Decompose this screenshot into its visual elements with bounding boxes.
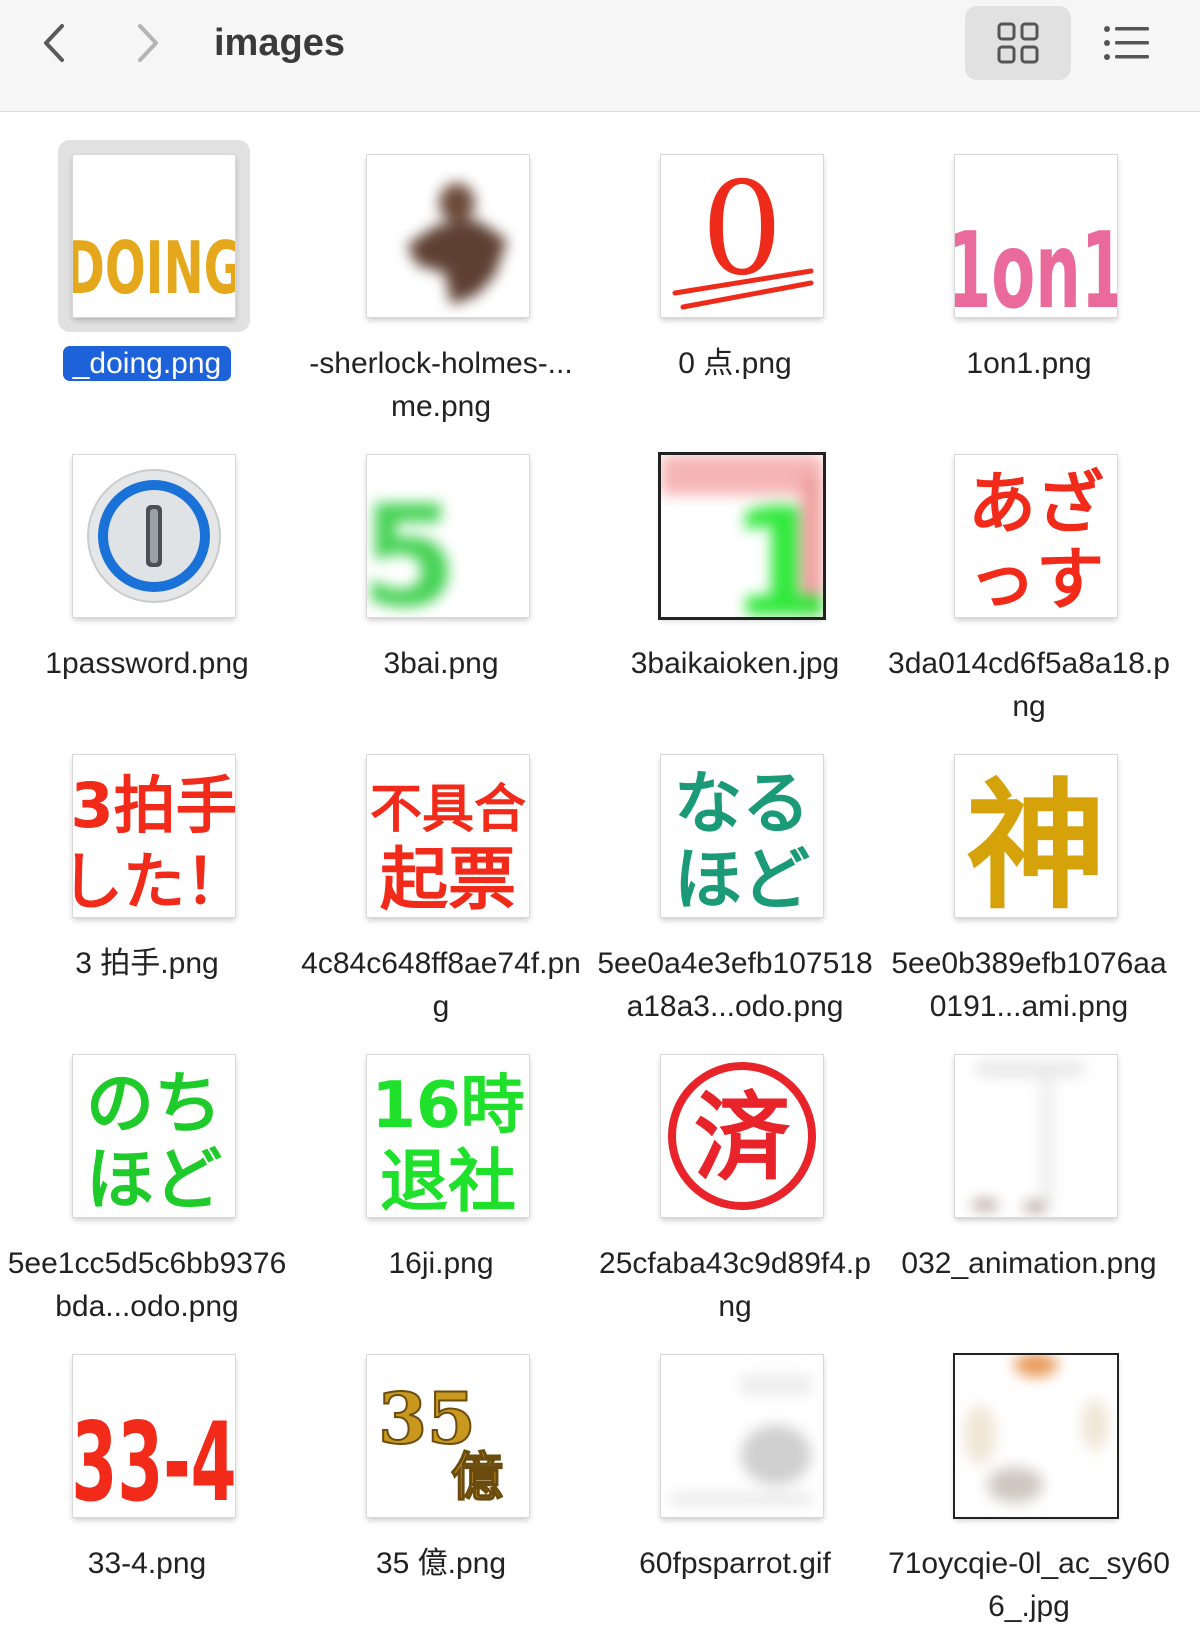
svg-text:3拍手: 3拍手: [73, 769, 235, 842]
chevron-right-icon: [138, 24, 158, 62]
svg-text:億: 億: [451, 1447, 503, 1508]
file-name: 60fpsparrot.gif: [639, 1547, 831, 1580]
file-name: 1password.png: [45, 647, 249, 680]
svg-text:不具合: 不具合: [370, 780, 526, 840]
file-thumbnail: 3拍手 した！: [73, 755, 235, 917]
file-item[interactable]: 71oycqie-0l_ac_sy606_.jpg: [882, 1312, 1176, 1623]
file-thumbnail: 33-4: [73, 1355, 235, 1517]
selection-highlight: DOING: [58, 140, 250, 332]
file-thumbnail: [73, 455, 235, 617]
file-thumbnail: 1on1: [955, 155, 1117, 317]
file-item[interactable]: DOING _doing.png: [0, 112, 294, 412]
list-view-button[interactable]: [1074, 6, 1180, 80]
folder-title: images: [214, 22, 345, 64]
svg-text:DOING: DOING: [73, 227, 235, 311]
svg-text:なる: なる: [674, 765, 810, 844]
file-thumbnail: 1: [661, 455, 823, 617]
svg-text:神: 神: [966, 766, 1106, 917]
svg-text:16時: 16時: [371, 1069, 524, 1143]
file-thumbnail: 済: [661, 1055, 823, 1217]
1password-logo: [87, 469, 221, 603]
file-name: 3baikaioken.jpg: [630, 647, 840, 680]
chevron-left-icon: [44, 24, 64, 62]
icon-view-button[interactable]: [965, 6, 1071, 80]
file-item[interactable]: あざ っす 3da014cd6f5a8a18.png: [882, 412, 1176, 723]
svg-text:1on1: 1on1: [955, 209, 1117, 317]
svg-text:1: 1: [729, 477, 823, 617]
list-icon: [1104, 26, 1149, 60]
file-thumbnail: 神: [955, 755, 1117, 917]
file-thumbnail: のち ほど: [73, 1055, 235, 1217]
file-item[interactable]: 1on1 1on1.png: [882, 112, 1176, 412]
file-thumbnail: なる ほど: [661, 755, 823, 917]
file-thumbnail: あざ っす: [955, 455, 1117, 617]
file-thumbnail: [955, 1355, 1117, 1517]
file-item[interactable]: 済 25cfaba43c9d89f4.png: [588, 1012, 882, 1323]
svg-text:5: 5: [367, 476, 458, 617]
file-item[interactable]: 032_animation.png: [882, 1012, 1176, 1312]
file-thumbnail: [367, 155, 529, 317]
file-item[interactable]: 33-4 33-4.png: [0, 1312, 294, 1612]
file-name: _doing.png: [4, 342, 290, 385]
file-thumbnail: DOING: [73, 155, 235, 317]
file-thumbnail: [955, 1055, 1117, 1217]
file-thumbnail: 16時 退社: [367, 1055, 529, 1217]
file-item[interactable]: -sherlock-holmes-...me.png: [294, 112, 588, 423]
file-thumbnail: [661, 1355, 823, 1517]
toolbar: images: [0, 0, 1200, 112]
svg-text:済: 済: [694, 1082, 791, 1194]
svg-text:した！: した！: [73, 845, 235, 917]
file-thumbnail: 5: [367, 455, 529, 617]
file-item[interactable]: 5 3bai.png: [294, 412, 588, 712]
svg-text:ほど: ほど: [674, 841, 810, 917]
file-thumbnail: 不具合 起票: [367, 755, 529, 917]
file-item[interactable]: のち ほど 5ee1cc5d5c6bb9376bda...odo.png: [0, 1012, 294, 1323]
file-name: 0 点.png: [678, 347, 792, 380]
svg-text:ほど: ほど: [86, 1141, 222, 1217]
file-thumbnail: 0: [661, 155, 823, 317]
grid-icon: [997, 22, 1039, 64]
svg-text:のち: のち: [86, 1065, 222, 1144]
svg-text:っす: っす: [968, 541, 1104, 617]
file-name: 1on1.png: [966, 347, 1092, 380]
file-item[interactable]: 不具合 起票 4c84c648ff8ae74f.png: [294, 712, 588, 1023]
file-name: 032_animation.png: [901, 1247, 1157, 1280]
file-item[interactable]: なる ほど 5ee0a4e3efb107518a18a3...odo.png: [588, 712, 882, 1023]
svg-text:起票: 起票: [380, 841, 516, 917]
file-name: 3 拍手.png: [75, 947, 219, 980]
file-item[interactable]: 16時 退社 16ji.png: [294, 1012, 588, 1312]
file-item[interactable]: 1 3baikaioken.jpg: [588, 412, 882, 712]
stamp-image: 済: [668, 1062, 816, 1210]
file-name: 71oycqie-0l_ac_sy606_.jpg: [888, 1547, 1170, 1623]
svg-text:33-4: 33-4: [73, 1400, 235, 1517]
file-item[interactable]: 0 0 点.png: [588, 112, 882, 412]
svg-text:あざ: あざ: [968, 465, 1104, 544]
file-grid: DOING _doing.png -sherlock-holmes-...me.…: [0, 112, 1200, 1644]
file-item[interactable]: 60fpsparrot.gif: [588, 1312, 882, 1612]
file-item[interactable]: 35 億 35 億.png: [294, 1312, 588, 1612]
file-name: 35 億.png: [375, 1547, 507, 1580]
file-item[interactable]: 神 5ee0b389efb1076aa0191...ami.png: [882, 712, 1176, 1023]
forward-button[interactable]: [124, 18, 174, 68]
svg-text:退社: 退社: [380, 1143, 516, 1217]
file-name: 33-4.png: [87, 1547, 207, 1580]
file-thumbnail: 35 億: [367, 1355, 529, 1517]
file-item[interactable]: 3拍手 した！ 3 拍手.png: [0, 712, 294, 1012]
file-name: 16ji.png: [388, 1247, 494, 1280]
file-name: 3bai.png: [383, 647, 499, 680]
back-button[interactable]: [28, 18, 78, 68]
file-item[interactable]: 1password.png: [0, 412, 294, 712]
